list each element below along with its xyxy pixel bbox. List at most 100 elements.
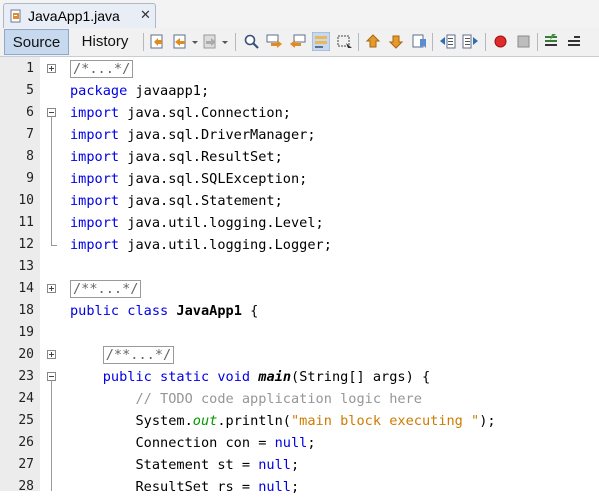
code-line[interactable]: 5 package javaapp1; xyxy=(0,80,599,102)
code-editor[interactable]: 1 /*...*/ 5 package javaapp1; 6 import java.s… xyxy=(0,57,599,495)
collapse-fold-icon[interactable] xyxy=(47,372,56,381)
tab-history[interactable]: History xyxy=(72,29,138,55)
code-line[interactable]: 7 import java.sql.DriverManager; xyxy=(0,124,599,146)
code-line[interactable]: 12 import java.util.logging.Logger; xyxy=(0,234,599,256)
line-number: 6 xyxy=(26,105,34,120)
code-text: import java.util.logging.Level; xyxy=(70,212,324,234)
collapsed-fold-block[interactable]: /*...*/ xyxy=(70,60,134,78)
find-next-icon[interactable] xyxy=(289,33,306,50)
code-line[interactable]: 1 /*...*/ xyxy=(0,58,599,80)
previous-bookmark-icon[interactable] xyxy=(365,33,382,50)
last-edit-icon[interactable] xyxy=(149,33,166,50)
code-token: void xyxy=(217,369,251,385)
editor-toolbar: Source History xyxy=(0,28,599,57)
code-line[interactable]: 10 import java.sql.Statement; xyxy=(0,190,599,212)
find-selection-icon[interactable] xyxy=(243,33,260,50)
collapsed-fold-block[interactable]: /**...*/ xyxy=(70,280,142,298)
stop-macro-icon[interactable] xyxy=(515,33,532,50)
comment-icon[interactable] xyxy=(543,33,560,50)
toolbar-separator xyxy=(485,33,486,51)
expand-fold-icon[interactable] xyxy=(47,350,56,359)
code-text: import java.util.logging.Logger; xyxy=(70,234,332,256)
toolbar-separator xyxy=(235,33,236,51)
line-number: 20 xyxy=(18,347,34,362)
line-number: 5 xyxy=(26,83,34,98)
line-number: 8 xyxy=(26,149,34,164)
code-text: import java.sql.Statement; xyxy=(70,190,283,212)
shift-left-icon[interactable] xyxy=(439,33,456,50)
find-previous-icon[interactable] xyxy=(266,33,283,50)
file-tab-javaapp1[interactable]: JavaApp1.java ✕ xyxy=(3,3,156,28)
expand-fold-icon[interactable] xyxy=(47,284,56,293)
line-number: 10 xyxy=(18,193,34,208)
code-token: java.sql.DriverManager; xyxy=(119,127,316,143)
tab-source[interactable]: Source xyxy=(4,29,69,55)
code-token: import xyxy=(70,171,120,187)
forward-icon[interactable] xyxy=(202,33,219,50)
code-line[interactable]: 23 public static void main(String[] args… xyxy=(0,366,599,388)
next-bookmark-icon[interactable] xyxy=(388,33,405,50)
toolbar-separator xyxy=(143,33,144,51)
line-number: 9 xyxy=(26,171,34,186)
chevron-down-icon[interactable] xyxy=(191,33,199,50)
code-text: import java.sql.ResultSet; xyxy=(70,146,283,168)
code-text: ResultSet rs = null; xyxy=(70,476,299,498)
line-number: 7 xyxy=(26,127,34,142)
code-token: Statement st = xyxy=(70,457,259,473)
toggle-bookmark-icon[interactable] xyxy=(411,33,428,50)
code-token: java.sql.Connection; xyxy=(119,105,291,121)
fold-guide-line xyxy=(51,117,52,245)
code-line[interactable]: 11 import java.util.logging.Level; xyxy=(0,212,599,234)
chevron-down-icon[interactable] xyxy=(221,33,229,50)
fold-guide-line xyxy=(51,381,52,491)
code-token: (String[] args) { xyxy=(291,369,431,385)
close-icon[interactable]: ✕ xyxy=(140,7,151,23)
collapsed-fold-block[interactable]: /**...*/ xyxy=(102,346,175,364)
toggle-highlight-icon[interactable] xyxy=(312,32,330,51)
code-token: javaapp1; xyxy=(127,83,210,99)
code-token: main xyxy=(258,369,292,385)
code-line[interactable]: 27 Statement st = null; xyxy=(0,454,599,476)
code-line[interactable]: 14 /**...*/ xyxy=(0,278,599,300)
code-line[interactable]: 13 xyxy=(0,256,599,278)
line-number: 13 xyxy=(18,259,34,274)
code-line[interactable]: 28 ResultSet rs = null; xyxy=(0,476,599,498)
code-token: java.util.logging.Logger; xyxy=(119,237,332,253)
collapse-fold-icon[interactable] xyxy=(47,108,56,117)
expand-fold-icon[interactable] xyxy=(47,64,56,73)
code-line[interactable]: 20 /**...*/ xyxy=(0,344,599,366)
code-text: System.out.println("main block executing… xyxy=(70,410,495,432)
line-number: 27 xyxy=(18,457,34,472)
code-line[interactable]: 26 Connection con = null; xyxy=(0,432,599,454)
code-line[interactable]: 8 import java.sql.ResultSet; xyxy=(0,146,599,168)
code-text: /**...*/ xyxy=(70,344,175,366)
shift-right-icon[interactable] xyxy=(462,33,479,50)
code-token: ; xyxy=(291,479,300,495)
code-line[interactable]: 9 import java.sql.SQLException; xyxy=(0,168,599,190)
code-token: package xyxy=(70,83,128,99)
code-token: null xyxy=(258,479,291,495)
line-number: 28 xyxy=(18,479,34,494)
code-token: ; xyxy=(291,457,300,473)
line-number: 12 xyxy=(18,237,34,252)
line-number: 11 xyxy=(18,215,34,230)
start-macro-icon[interactable] xyxy=(492,33,509,50)
code-text: Connection con = null; xyxy=(70,432,315,454)
code-token: public xyxy=(70,303,120,319)
back-icon[interactable] xyxy=(172,33,189,50)
code-line[interactable]: 6 import java.sql.Connection; xyxy=(0,102,599,124)
editor-tab-bar: JavaApp1.java ✕ xyxy=(0,0,599,29)
code-text: /**...*/ xyxy=(70,278,142,300)
code-line[interactable]: 25 System.out.println("main block execut… xyxy=(0,410,599,432)
fold-guide-end xyxy=(51,245,57,246)
uncomment-icon[interactable] xyxy=(566,33,583,50)
code-text: // TODO code application logic here xyxy=(70,388,421,410)
code-line[interactable]: 24 // TODO code application logic here xyxy=(0,388,599,410)
code-token: Connection con = xyxy=(70,435,275,451)
file-tab-label: JavaApp1.java xyxy=(28,8,120,24)
toggle-rect-selection-icon[interactable] xyxy=(336,33,353,50)
code-line[interactable]: 19 xyxy=(0,322,599,344)
code-line[interactable]: 18 public class JavaApp1 { xyxy=(0,300,599,322)
code-token: java.util.logging.Level; xyxy=(119,215,324,231)
code-token: "main block executing " xyxy=(291,413,480,429)
